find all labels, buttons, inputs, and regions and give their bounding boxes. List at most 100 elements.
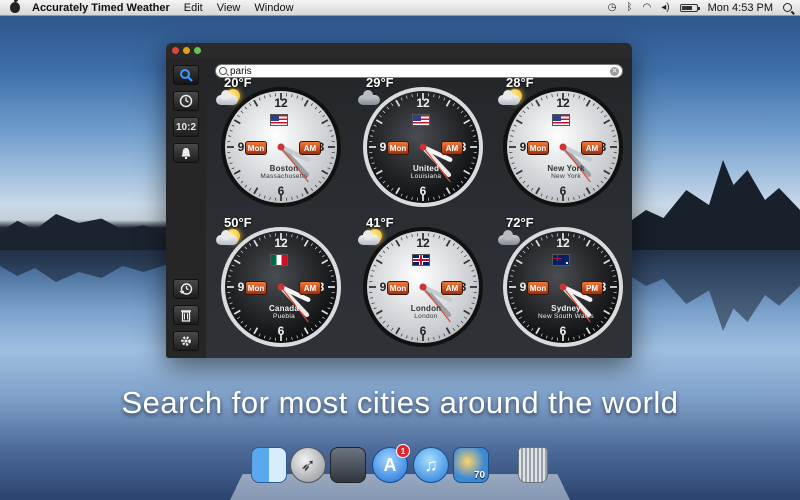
clock-numeral-left: 9 bbox=[238, 140, 245, 154]
city-name: London bbox=[410, 304, 442, 313]
ampm-badge: AM bbox=[299, 141, 321, 155]
clock-numeral-bottom: 6 bbox=[278, 184, 285, 198]
horizon-trees-right bbox=[625, 160, 800, 250]
ampm-badge: AM bbox=[581, 141, 603, 155]
ampm-badge: AM bbox=[441, 281, 463, 295]
search-clear-button[interactable]: ✕ bbox=[610, 67, 619, 76]
clock-numeral-top: 12 bbox=[556, 96, 570, 110]
world-clock-boston[interactable]: 12 3 6 9 20°F Mon AM Boston Massachusetts bbox=[214, 75, 344, 209]
preview-icon[interactable] bbox=[330, 447, 366, 483]
region-name: Massachusetts bbox=[260, 173, 308, 180]
water-reflection-right bbox=[625, 250, 800, 331]
world-clock-canada[interactable]: 12 3 6 9 50°F Mon AM Canada Puebla bbox=[214, 215, 344, 349]
battery-icon[interactable] bbox=[679, 3, 700, 12]
clock-icon bbox=[179, 94, 193, 108]
day-badge: Mon bbox=[527, 141, 549, 155]
city-name: Boston bbox=[269, 164, 299, 173]
menu-bar: Accurately Timed Weather Edit View Windo… bbox=[0, 0, 800, 16]
temperature: 72°F bbox=[506, 215, 534, 230]
clock-numeral-left: 9 bbox=[380, 140, 387, 154]
clock-grid: ✕ 1236920°FMonAMBostonMassachusetts12369… bbox=[206, 59, 632, 358]
weather-app-temp: 70 bbox=[474, 470, 486, 481]
flag-uk-icon bbox=[412, 254, 430, 266]
world-clock-london[interactable]: 12 3 6 9 41°F Mon AM London London bbox=[356, 215, 486, 349]
clock-numeral-bottom: 6 bbox=[560, 184, 567, 198]
ampm-badge: AM bbox=[299, 281, 321, 295]
menu-view[interactable]: View bbox=[217, 2, 241, 14]
partly-cloudy-weather-icon bbox=[358, 227, 386, 247]
app-menu[interactable]: Accurately Timed Weather bbox=[32, 2, 170, 14]
alarm-button[interactable] bbox=[173, 143, 199, 163]
partly-cloudy-weather-icon bbox=[216, 87, 244, 107]
settings-button[interactable] bbox=[173, 331, 199, 351]
world-clock-united[interactable]: 12 3 6 9 29°F Mon AM United Louisiana bbox=[356, 75, 486, 209]
city-search-input[interactable] bbox=[230, 65, 610, 77]
launchpad-icon[interactable]: ➶ bbox=[290, 447, 326, 483]
cloud-weather-icon bbox=[358, 87, 386, 107]
flag-us-icon bbox=[552, 114, 570, 126]
search-tool-button[interactable] bbox=[173, 65, 199, 85]
city-search-field[interactable]: ✕ bbox=[215, 64, 623, 78]
world-clock-new-york[interactable]: 12 3 6 9 28°F Mon AM New York New York bbox=[496, 75, 626, 209]
temperature: 50°F bbox=[224, 215, 252, 230]
world-clock-sydney[interactable]: 12 3 6 9 72°F Mon PM Sydney New South Wales bbox=[496, 215, 626, 349]
clock-numeral-left: 9 bbox=[238, 280, 245, 294]
clock-numeral-top: 12 bbox=[416, 236, 430, 250]
clock-numeral-left: 9 bbox=[520, 140, 527, 154]
volume-icon[interactable]: ◂) bbox=[661, 2, 669, 13]
flag-mx-icon bbox=[270, 254, 288, 266]
city-name: New York bbox=[547, 164, 585, 173]
flag-us-icon bbox=[270, 114, 288, 126]
region-name: London bbox=[414, 313, 438, 320]
water-reflection-left bbox=[0, 250, 175, 282]
day-badge: Mon bbox=[387, 281, 409, 295]
city-name: Canada bbox=[268, 304, 300, 313]
clock-numeral-bottom: 6 bbox=[420, 324, 427, 338]
menu-window[interactable]: Window bbox=[254, 2, 293, 14]
flag-au-icon bbox=[552, 254, 570, 266]
region-name: New York bbox=[551, 173, 581, 180]
clock-numeral-top: 12 bbox=[274, 96, 288, 110]
ampm-badge: PM bbox=[581, 281, 603, 295]
day-badge: Mon bbox=[245, 141, 267, 155]
day-badge: Mon bbox=[245, 281, 267, 295]
search-icon bbox=[180, 69, 193, 82]
zoom-button[interactable] bbox=[194, 47, 201, 54]
delete-button[interactable] bbox=[173, 305, 199, 325]
history-clock-icon bbox=[179, 283, 193, 295]
time-format-button[interactable]: 10:2 bbox=[173, 117, 199, 137]
app-store-badge: 1 bbox=[396, 444, 410, 458]
clock-numeral-left: 9 bbox=[380, 280, 387, 294]
temperature: 41°F bbox=[366, 215, 394, 230]
clock-tool-button[interactable] bbox=[173, 91, 199, 111]
city-name: United bbox=[412, 164, 440, 173]
close-button[interactable] bbox=[172, 47, 179, 54]
gear-icon bbox=[181, 336, 191, 346]
apple-menu-icon[interactable] bbox=[10, 2, 20, 13]
trash-icon[interactable] bbox=[518, 447, 548, 483]
status-menus: ◷ ᛒ ◠ ◂) Mon 4:53 PM bbox=[608, 2, 800, 14]
promo-caption: Search for most cities around the world bbox=[121, 385, 679, 420]
horizon-trees-left bbox=[0, 214, 175, 250]
menu-edit[interactable]: Edit bbox=[184, 2, 203, 14]
time-machine-icon[interactable]: ◷ bbox=[608, 2, 617, 13]
bluetooth-icon[interactable]: ᛒ bbox=[626, 2, 632, 13]
clock-numeral-top: 12 bbox=[556, 236, 570, 250]
clock-numeral-bottom: 6 bbox=[560, 324, 567, 338]
clock-numeral-top: 12 bbox=[416, 96, 430, 110]
region-name: New South Wales bbox=[538, 313, 594, 320]
region-name: Louisiana bbox=[410, 173, 442, 180]
history-button[interactable] bbox=[173, 279, 199, 299]
minimize-button[interactable] bbox=[183, 47, 190, 54]
bell-icon bbox=[181, 148, 191, 160]
search-field-icon bbox=[219, 67, 227, 75]
partly-cloudy-weather-icon bbox=[498, 87, 526, 107]
ampm-badge: AM bbox=[441, 141, 463, 155]
app-window: 10:2 paris ✕ 12 3 6 9 20°F Mon AM Boston… bbox=[166, 43, 632, 358]
temperature: 20°F bbox=[224, 75, 252, 90]
wifi-icon[interactable]: ◠ bbox=[642, 2, 651, 13]
finder-icon[interactable] bbox=[251, 447, 287, 483]
menu-clock[interactable]: Mon 4:53 PM bbox=[708, 2, 773, 14]
itunes-icon[interactable]: ♫ bbox=[413, 447, 449, 483]
spotlight-icon[interactable] bbox=[783, 3, 792, 12]
